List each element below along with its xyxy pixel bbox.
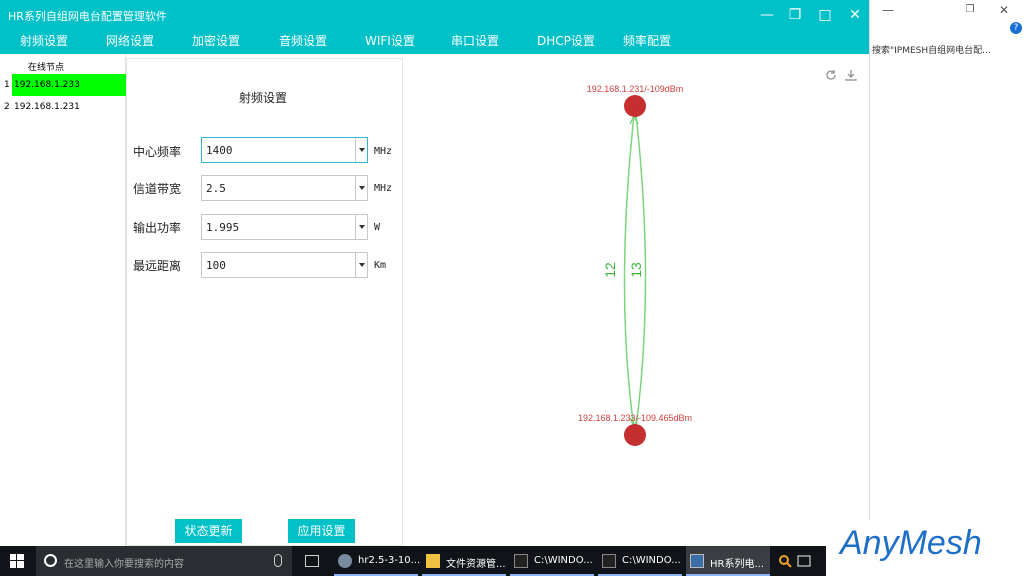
menu-dhcp-settings[interactable]: DHCP设置 xyxy=(537,32,595,49)
center-frequency-value: 1400 xyxy=(206,144,233,157)
online-nodes-header: 在线节点 xyxy=(28,63,65,73)
max-distance-select[interactable]: 100 xyxy=(201,252,368,278)
menu-audio-settings[interactable]: 音频设置 xyxy=(279,32,327,49)
minimize-icon[interactable]: — xyxy=(878,0,898,20)
close-icon[interactable]: ✕ xyxy=(994,0,1014,20)
minimize-icon[interactable]: — xyxy=(757,5,777,25)
logo-text: AnyMesh xyxy=(840,524,982,562)
topology-graph: 12 13 192.168.1.231/-109dBm 192.168.1.23… xyxy=(578,84,692,446)
close-icon[interactable]: ✕ xyxy=(845,5,865,25)
chevron-down-icon[interactable] xyxy=(355,253,367,277)
chevron-down-icon[interactable] xyxy=(355,215,367,239)
taskbar-item[interactable]: 文件资源管... xyxy=(422,546,506,576)
center-frequency-unit: MHz xyxy=(374,146,393,157)
menu-rf-settings[interactable]: 射频设置 xyxy=(20,32,68,49)
app-icon xyxy=(338,554,352,568)
bandwidth-value: 2.5 xyxy=(206,182,226,195)
status-update-button[interactable]: 状态更新 xyxy=(175,519,242,543)
menu-network-settings[interactable]: 网络设置 xyxy=(106,32,154,49)
taskbar-item[interactable]: hr2.5-3-10... xyxy=(334,546,421,576)
taskbar-item-label: C:\WINDO... xyxy=(622,555,681,566)
title-bar: HR系列自组网电台配置管理软件 — ❐ □ ✕ xyxy=(0,0,869,30)
bg-search-field[interactable]: 搜索"IPMESH自组网电台配... xyxy=(870,38,1010,60)
node-ip: 192.168.1.231 xyxy=(14,102,80,112)
cortana-icon xyxy=(44,554,57,567)
anymesh-logo: AnyMesh xyxy=(826,520,1024,576)
node-bottom-label: 192.168.1.233/-109.465dBm xyxy=(578,413,692,423)
restore-icon[interactable]: ❐ xyxy=(960,0,980,20)
search-icon[interactable] xyxy=(778,554,792,568)
menu-frequency-config[interactable]: 频率配置 xyxy=(623,32,671,49)
bandwidth-select[interactable]: 2.5 xyxy=(201,175,368,201)
node-index: 2 xyxy=(4,102,10,112)
taskbar-item[interactable]: C:\WINDO... xyxy=(598,546,682,576)
bandwidth-unit: MHz xyxy=(374,183,393,194)
node-bottom[interactable] xyxy=(624,424,646,446)
node-ip: 192.168.1.233 xyxy=(12,74,126,96)
node-row[interactable]: 1 192.168.1.233 xyxy=(0,74,126,96)
taskbar-search-placeholder: 在这里输入你要搜索的内容 xyxy=(64,559,184,570)
taskbar-item[interactable]: C:\WINDO... xyxy=(510,546,594,576)
help-icon[interactable]: ? xyxy=(1010,22,1022,34)
app-window-icon xyxy=(690,554,704,568)
apply-settings-button[interactable]: 应用设置 xyxy=(288,519,355,543)
link-label-right: 13 xyxy=(628,262,644,278)
restore-icon[interactable]: ❐ xyxy=(785,5,805,25)
settings-title: 射频设置 xyxy=(239,91,288,105)
task-view-icon[interactable] xyxy=(305,555,319,567)
menu-encryption-settings[interactable]: 加密设置 xyxy=(192,32,240,49)
taskbar-item-label: 文件资源管... xyxy=(446,559,506,570)
center-frequency-select[interactable]: 1400 xyxy=(201,137,368,163)
terminal-icon xyxy=(514,554,528,568)
menu-wifi-settings[interactable]: WIFI设置 xyxy=(365,32,415,49)
output-power-select[interactable]: 1.995 xyxy=(201,214,368,240)
app-window: HR系列自组网电台配置管理软件 — ❐ □ ✕ 射频设置 网络设置 加密设置 音… xyxy=(0,0,869,546)
output-power-unit: W xyxy=(374,222,381,233)
taskbar-item-label: C:\WINDO... xyxy=(534,555,593,566)
max-distance-value: 100 xyxy=(206,259,226,272)
background-window: — ❐ ✕ ? 搜索"IPMESH自组网电台配... xyxy=(869,0,1024,546)
taskbar-item-label: HR系列电... xyxy=(710,559,765,570)
windows-start-icon[interactable] xyxy=(10,554,24,568)
rf-settings-panel: 射频设置 中心频率 1400 MHz 信道带宽 2.5 MHz 输出功率 1.9… xyxy=(126,58,403,546)
node-row[interactable]: 2 192.168.1.231 xyxy=(0,96,126,118)
topology-view: 12 13 192.168.1.231/-109dBm 192.168.1.23… xyxy=(404,54,869,546)
chevron-down-icon[interactable] xyxy=(355,138,367,162)
node-top[interactable] xyxy=(624,95,646,117)
max-distance-label: 最远距离 xyxy=(133,259,182,273)
link-label-left: 12 xyxy=(602,262,618,278)
taskbar-item[interactable]: HR系列电... xyxy=(686,546,770,576)
online-nodes-panel: 在线节点 1 192.168.1.233 2 192.168.1.231 xyxy=(0,54,126,546)
bandwidth-label: 信道带宽 xyxy=(133,182,182,196)
tray-icon[interactable] xyxy=(797,555,811,567)
node-top-label: 192.168.1.231/-109dBm xyxy=(587,84,684,94)
maximize-icon[interactable]: □ xyxy=(815,5,835,25)
taskbar-search-box[interactable]: 在这里输入你要搜索的内容 xyxy=(36,546,292,576)
output-power-value: 1.995 xyxy=(206,221,240,234)
window-title: HR系列自组网电台配置管理软件 xyxy=(8,10,167,23)
chevron-down-icon[interactable] xyxy=(355,176,367,200)
menu-bar: 射频设置 网络设置 加密设置 音频设置 WIFI设置 串口设置 DHCP设置 频… xyxy=(0,30,869,54)
taskbar-item-label: hr2.5-3-10... xyxy=(358,555,421,566)
output-power-label: 输出功率 xyxy=(133,221,182,235)
folder-icon xyxy=(426,554,440,568)
center-frequency-label: 中心频率 xyxy=(133,145,182,159)
max-distance-unit: Km xyxy=(374,260,387,271)
node-index: 1 xyxy=(4,80,10,90)
menu-serial-settings[interactable]: 串口设置 xyxy=(451,32,499,49)
microphone-icon[interactable] xyxy=(274,554,282,567)
terminal-icon xyxy=(602,554,616,568)
